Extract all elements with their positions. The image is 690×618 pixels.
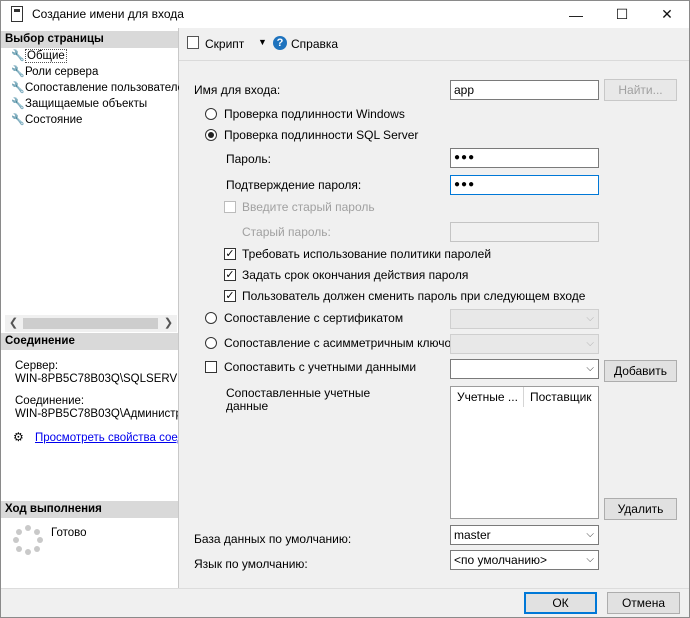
enforce-expiration-checkbox[interactable]: ✓ — [224, 269, 236, 281]
windows-auth-radio[interactable] — [205, 108, 217, 120]
script-icon[interactable] — [187, 36, 199, 49]
select-page-header: Выбор страницы — [1, 31, 178, 48]
mapped-credentials-label: Сопоставленные учетные — [226, 386, 371, 400]
confirm-password-input[interactable]: ●●● — [450, 175, 599, 195]
window-title: Создание имени для входа — [32, 7, 184, 21]
grid-header-provider[interactable]: Поставщик — [524, 387, 598, 407]
chevron-down-icon: ⌵ — [586, 554, 594, 565]
mapped-credentials-grid[interactable]: Учетные ... Поставщик — [450, 386, 599, 519]
windows-auth-label: Проверка подлинности Windows — [224, 107, 405, 121]
connection-value: WIN-8PB5C78B03Q\Администратор — [15, 408, 178, 420]
page-item-securables[interactable]: 🔧Защищаемые объекты — [11, 96, 147, 112]
map-asymmetric-key-label: Сопоставление с асимметричным ключом — [224, 336, 460, 350]
password-input[interactable]: ●●● — [450, 148, 599, 168]
page-item-label: Защищаемые объекты — [25, 98, 148, 110]
grid-header-credential[interactable]: Учетные ... — [451, 387, 524, 407]
default-language-select[interactable]: <по умолчанию> ⌵ — [450, 550, 599, 570]
default-database-select[interactable]: master ⌵ — [450, 525, 599, 545]
default-database-value: master — [454, 528, 491, 542]
chevron-down-icon: ⌵ — [586, 529, 594, 540]
page-item-label: Роли сервера — [25, 66, 99, 78]
sql-auth-radio[interactable] — [205, 129, 217, 141]
server-value: WIN-8PB5C78B03Q\SQLSERVER — [15, 373, 178, 385]
close-button[interactable]: ✕ — [644, 1, 689, 28]
credentials-select[interactable]: ⌵ — [450, 359, 599, 379]
scroll-left-icon[interactable]: ❮ — [5, 315, 22, 332]
view-connection-properties-link[interactable]: Просмотреть свойства соединения — [35, 431, 178, 445]
help-button[interactable]: Справка — [291, 37, 338, 51]
scroll-right-icon[interactable]: ❯ — [160, 315, 177, 332]
toolbar: Скрипт ▼ ? Справка — [179, 28, 689, 61]
must-change-label: Пользователь должен сменить пароль при с… — [242, 289, 586, 303]
page-item-label: Сопоставление пользователей — [25, 82, 191, 94]
find-button[interactable]: Найти... — [604, 79, 677, 101]
add-credential-button[interactable]: Добавить — [604, 360, 677, 382]
page-item-general[interactable]: 🔧 Общие — [11, 48, 67, 64]
wrench-icon: 🔧 — [11, 66, 25, 78]
script-button[interactable]: Скрипт — [205, 37, 244, 51]
old-password-check-label: Введите старый пароль — [242, 200, 375, 214]
certificate-select[interactable]: ⌵ — [450, 309, 599, 329]
old-password-input[interactable] — [450, 222, 599, 242]
server-label: Сервер: — [15, 360, 59, 372]
page-item-user-mapping[interactable]: 🔧Сопоставление пользователей — [11, 80, 190, 96]
help-icon[interactable]: ? — [273, 36, 287, 50]
map-credentials-label: Сопоставить с учетными данными — [224, 360, 417, 374]
chevron-down-icon: ⌵ — [586, 363, 594, 374]
confirm-password-label: Подтверждение пароля: — [226, 178, 362, 192]
old-password-checkbox[interactable] — [224, 201, 236, 213]
chevron-down-icon: ⌵ — [586, 313, 594, 324]
dialog-footer: ОК Отмена — [1, 588, 689, 617]
login-name-input[interactable]: app — [450, 80, 599, 100]
chevron-down-icon: ⌵ — [586, 338, 594, 349]
maximize-button[interactable]: ☐ — [599, 1, 645, 28]
default-language-value: <по умолчанию> — [454, 553, 548, 567]
connection-header: Соединение — [1, 333, 178, 350]
page-item-server-roles[interactable]: 🔧Роли сервера — [11, 64, 98, 80]
mapped-credentials-label-cont: данные — [226, 399, 269, 413]
script-dropdown-icon[interactable]: ▼ — [258, 37, 267, 47]
progress-status: Готово — [51, 527, 87, 539]
default-language-label: Язык по умолчанию: — [194, 557, 308, 571]
cancel-button[interactable]: Отмена — [607, 592, 680, 614]
ok-button[interactable]: ОК — [524, 592, 597, 614]
title-bar[interactable]: Создание имени для входа — ☐ ✕ — [1, 1, 689, 28]
enforce-expiration-label: Задать срок окончания действия пароля — [242, 268, 469, 282]
wrench-icon: 🔧 — [11, 50, 25, 62]
progress-spinner-icon — [13, 525, 43, 555]
asymmetric-key-select[interactable]: ⌵ — [450, 334, 599, 354]
map-certificate-radio[interactable] — [205, 312, 217, 324]
page-list-scrollbar[interactable]: ❮ ❯ — [5, 315, 177, 332]
left-panel: Выбор страницы 🔧 Общие 🔧Роли сервера 🔧Соп… — [1, 28, 190, 588]
app-icon — [11, 6, 23, 22]
wrench-icon: 🔧 — [11, 82, 25, 94]
scroll-thumb[interactable] — [23, 318, 158, 329]
minimize-button[interactable]: — — [553, 1, 599, 28]
password-label: Пароль: — [226, 152, 271, 166]
map-asymmetric-key-radio[interactable] — [205, 337, 217, 349]
remove-credential-button[interactable]: Удалить — [604, 498, 677, 520]
page-item-label: Состояние — [25, 114, 83, 126]
page-item-label: Общие — [25, 49, 67, 63]
progress-header: Ход выполнения — [1, 501, 178, 518]
connection-label: Соединение: — [15, 395, 85, 407]
old-password-label: Старый пароль: — [242, 225, 331, 239]
enforce-policy-label: Требовать использование политики паролей — [242, 247, 492, 261]
sql-auth-label: Проверка подлинности SQL Server — [224, 128, 419, 142]
connection-properties-icon: ⚙ — [13, 430, 24, 444]
enforce-policy-checkbox[interactable]: ✓ — [224, 248, 236, 260]
wrench-icon: 🔧 — [11, 98, 25, 110]
default-database-label: База данных по умолчанию: — [194, 532, 352, 546]
must-change-checkbox[interactable]: ✓ — [224, 290, 236, 302]
login-dialog-window: Создание имени для входа — ☐ ✕ Выбор стр… — [0, 0, 690, 618]
login-name-label: Имя для входа: — [194, 83, 281, 97]
map-credentials-checkbox[interactable] — [205, 361, 217, 373]
page-item-status[interactable]: 🔧Состояние — [11, 112, 82, 128]
map-certificate-label: Сопоставление с сертификатом — [224, 311, 404, 325]
wrench-icon: 🔧 — [11, 114, 25, 126]
